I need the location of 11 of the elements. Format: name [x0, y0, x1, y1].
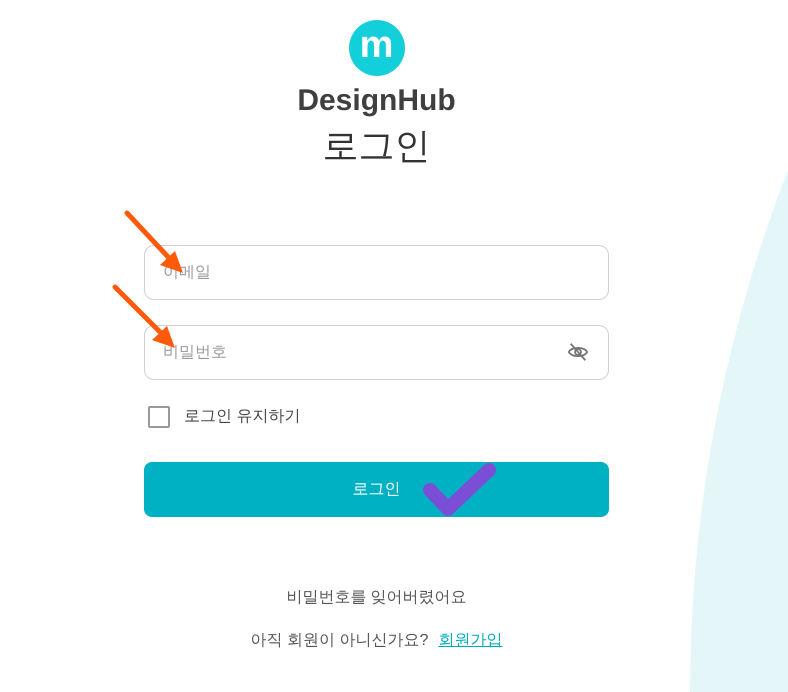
- password-field[interactable]: 비밀번호: [144, 325, 609, 380]
- page-title: 로그인: [322, 124, 430, 168]
- brand-name: DesignHub: [297, 83, 456, 119]
- checkbox-label: 로그인 유지하기: [184, 407, 300, 427]
- login-button[interactable]: 로그인: [144, 462, 609, 517]
- checkbox[interactable]: [148, 406, 170, 428]
- signup-link[interactable]: 회원가입: [438, 629, 502, 653]
- signup-prompt: 아직 회원이 아니신가요?: [250, 631, 428, 651]
- logo-mark: m: [348, 20, 404, 76]
- eye-off-icon[interactable]: [567, 341, 589, 363]
- forgot-password-link[interactable]: 비밀번호를 잊어버렸어요: [286, 586, 467, 610]
